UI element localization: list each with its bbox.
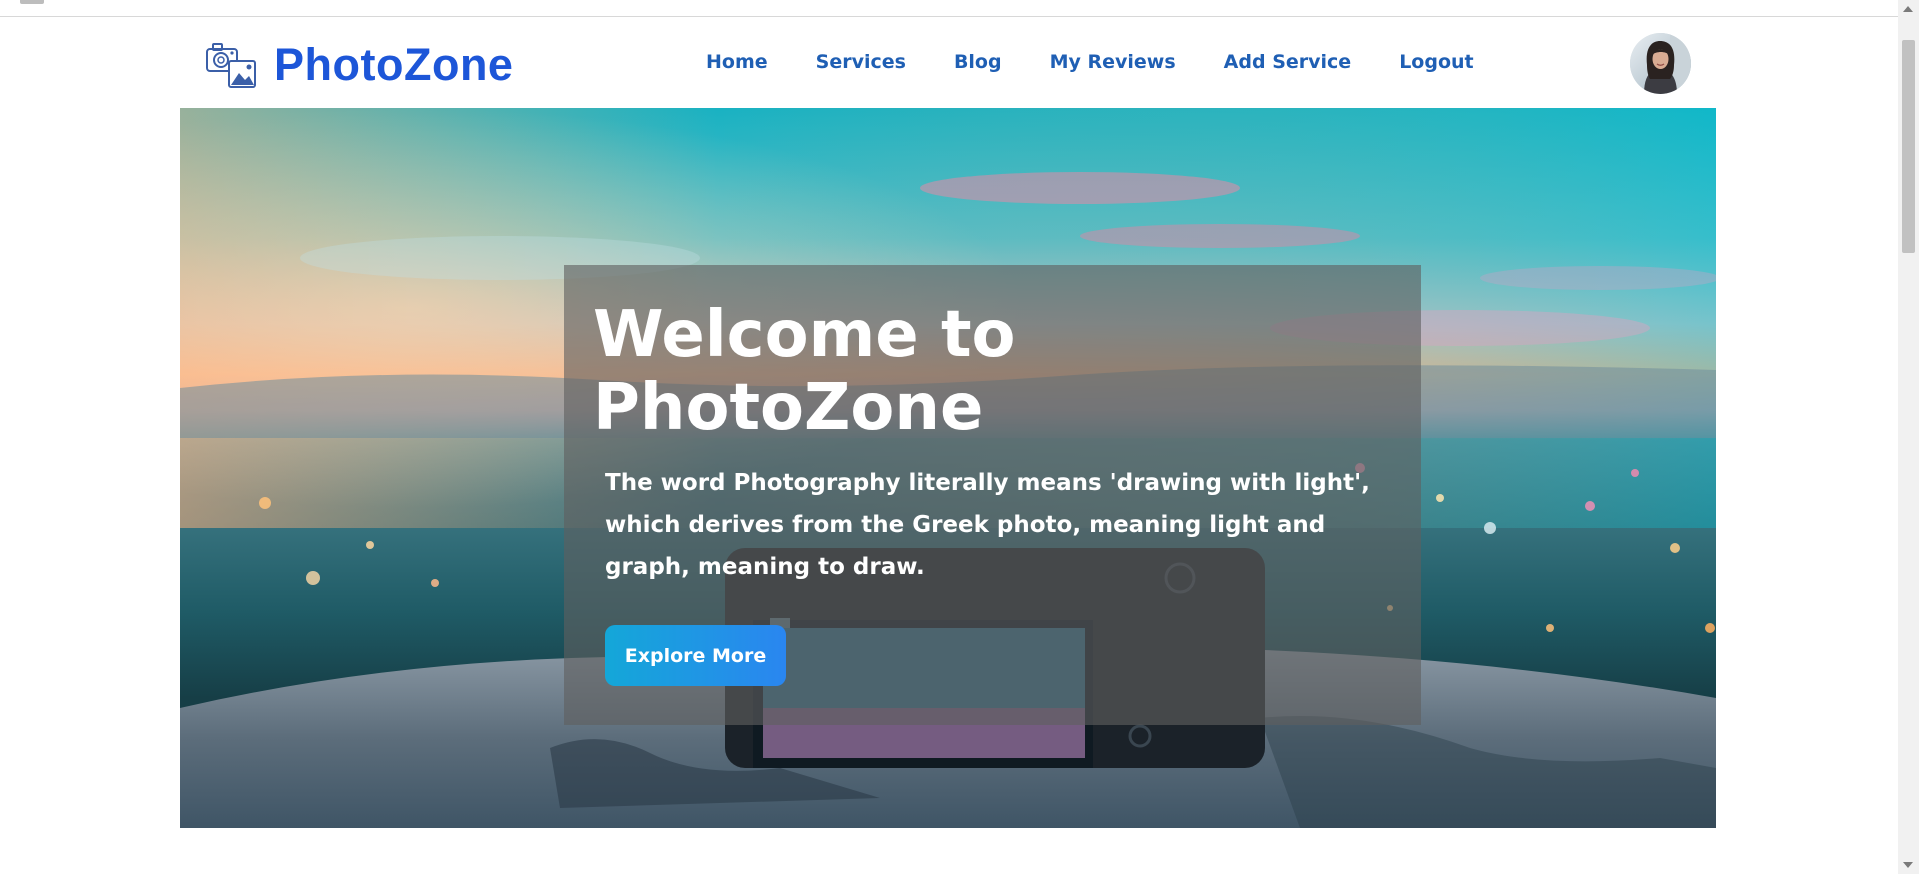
camera-photo-icon — [206, 43, 256, 88]
brand-name: PhotoZone — [274, 39, 514, 90]
nav-link-my-reviews[interactable]: My Reviews — [1050, 51, 1176, 73]
browser-viewport: PhotoZone Home Services Blog My Reviews … — [0, 0, 1919, 874]
explore-more-button[interactable]: Explore More — [605, 625, 786, 686]
scroll-down-icon[interactable] — [1903, 862, 1913, 868]
hero-description: The word Photography literally means 'dr… — [605, 470, 1370, 580]
user-avatar-image — [1630, 33, 1691, 94]
brand-logo[interactable]: PhotoZone — [205, 38, 513, 92]
scroll-up-icon[interactable] — [1903, 6, 1913, 12]
nav-link-services[interactable]: Services — [816, 51, 906, 73]
nav-link-home[interactable]: Home — [706, 51, 768, 73]
page-scrollbar[interactable] — [1898, 0, 1919, 874]
navbar: PhotoZone Home Services Blog My Reviews … — [180, 30, 1716, 108]
nav-link-add-service[interactable]: Add Service — [1224, 51, 1352, 73]
browser-divider — [0, 16, 1898, 17]
scroll-thumb[interactable] — [1902, 40, 1915, 253]
hero-overlay-card: Welcome to PhotoZone The word Photograph… — [564, 265, 1421, 725]
browser-chrome-fragment — [20, 0, 44, 4]
nav-link-logout[interactable]: Logout — [1399, 51, 1473, 73]
hero-title: Welcome to PhotoZone — [593, 298, 1016, 445]
nav-link-blog[interactable]: Blog — [954, 51, 1002, 73]
nav-links: Home Services Blog My Reviews Add Servic… — [706, 51, 1474, 73]
user-avatar[interactable] — [1630, 33, 1691, 94]
hero-banner: Welcome to PhotoZone The word Photograph… — [180, 108, 1716, 828]
